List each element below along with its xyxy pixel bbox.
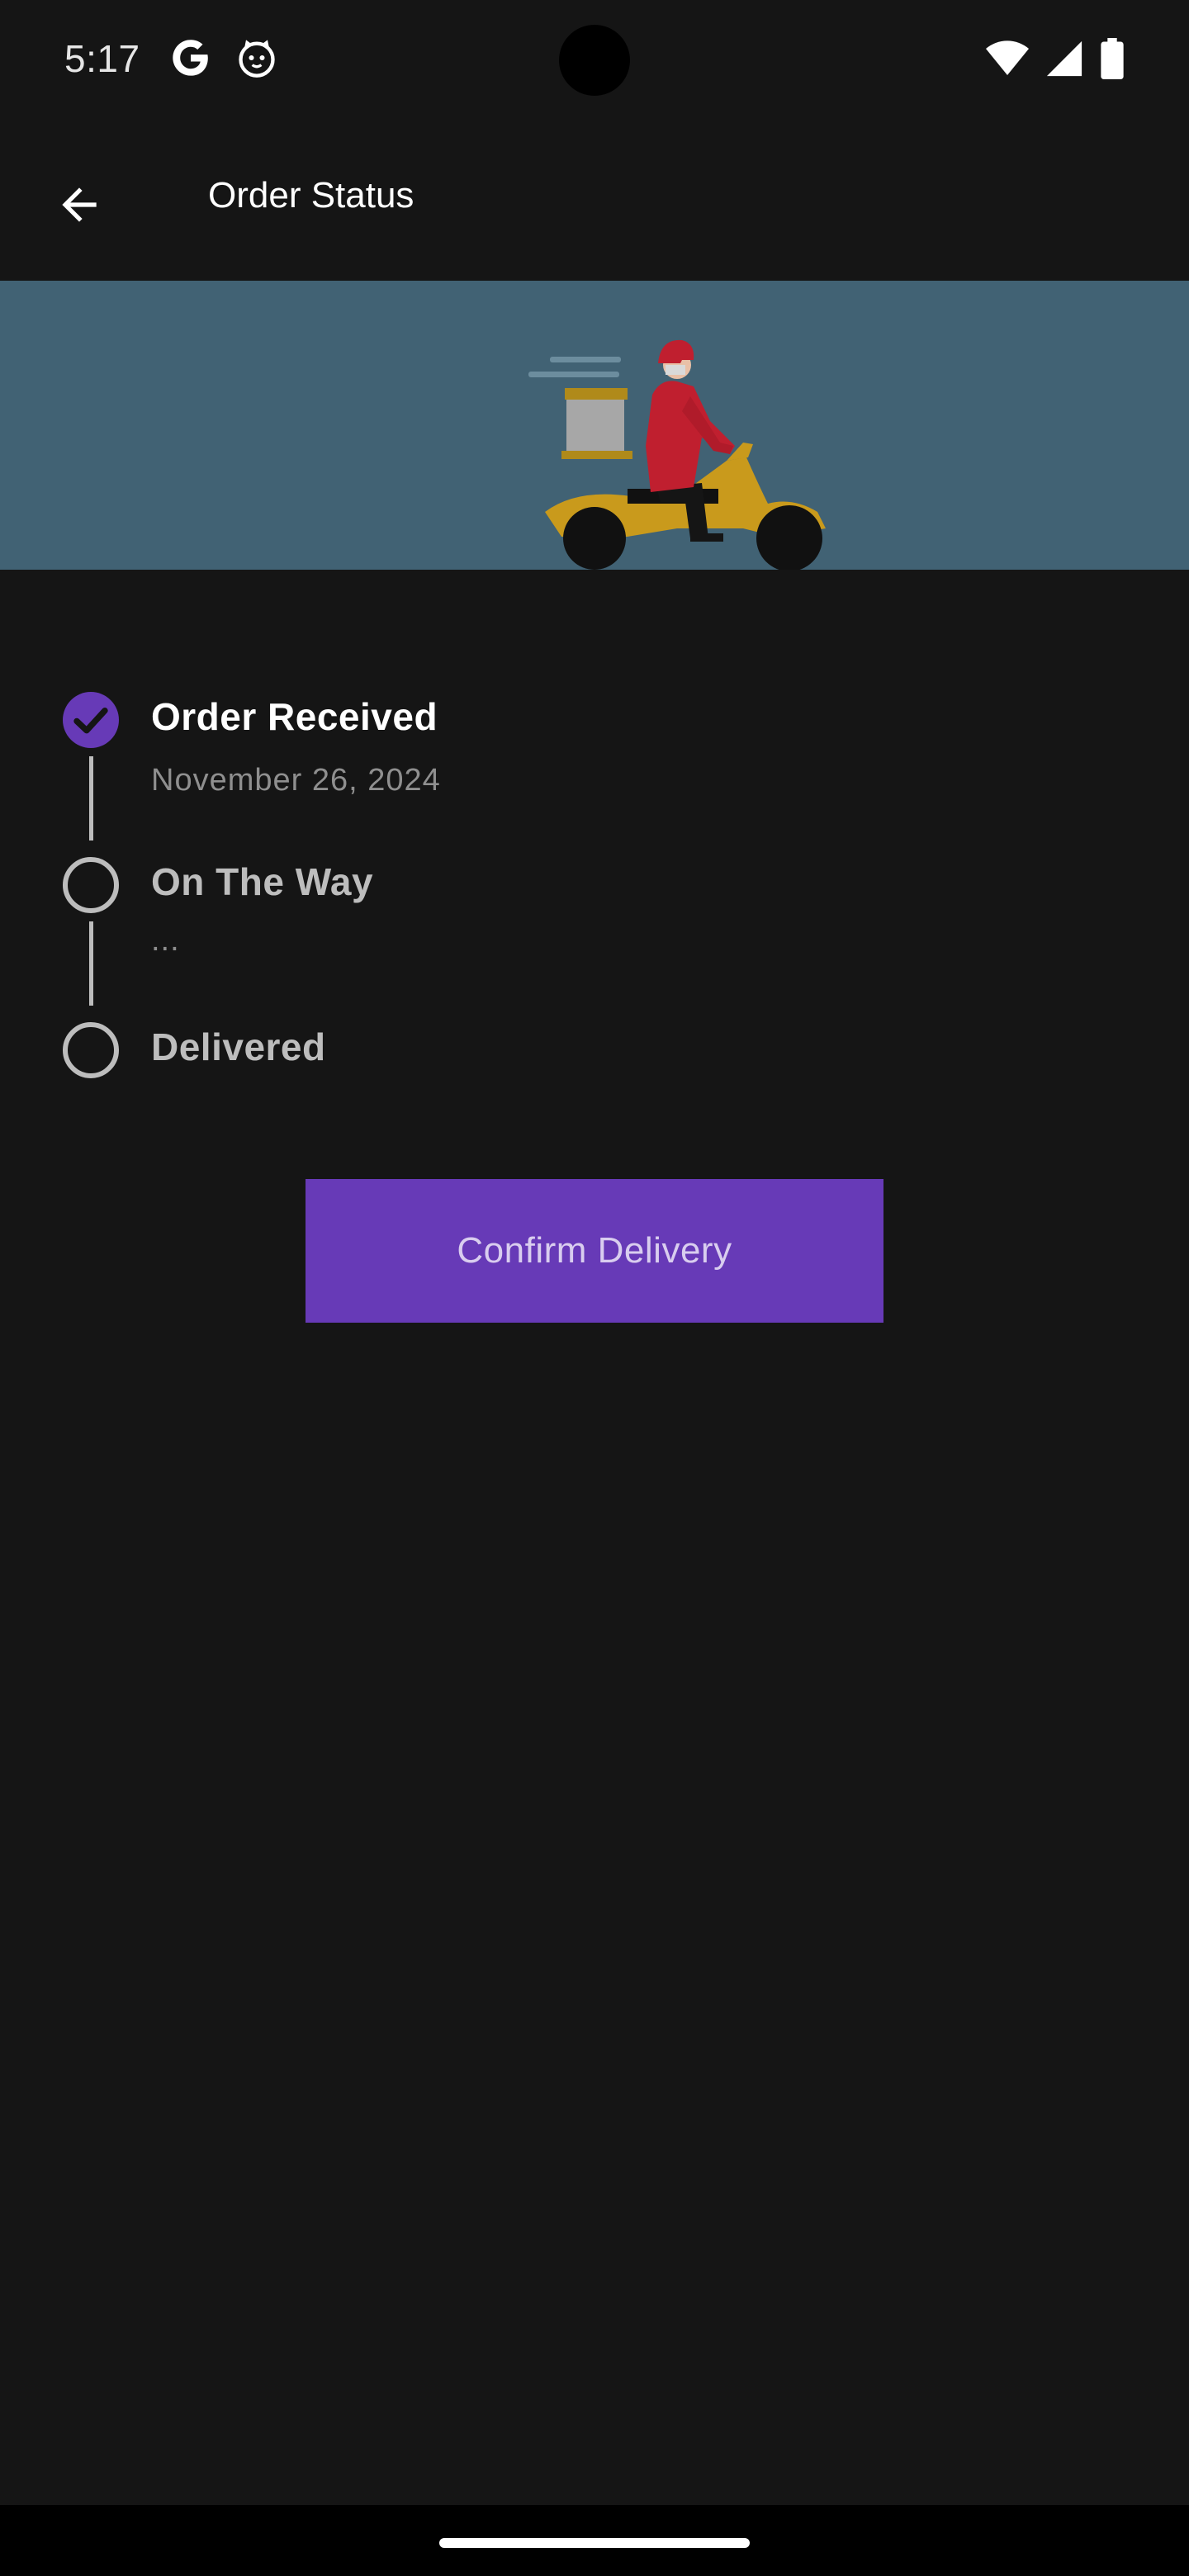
status-time: 5:17 <box>64 37 140 80</box>
step-date: November 26, 2024 <box>151 763 441 798</box>
cellular-signal-icon <box>1046 40 1082 77</box>
home-gesture-handle[interactable] <box>439 2538 750 2548</box>
page-title: Order Status <box>208 175 414 215</box>
cat-face-icon <box>239 40 275 78</box>
battery-icon <box>1101 38 1124 79</box>
arrow-back-icon <box>62 187 97 222</box>
step-title: Delivered <box>151 1025 326 1068</box>
check-icon <box>73 707 108 734</box>
wifi-icon <box>986 40 1029 75</box>
timeline-connector <box>89 921 93 1006</box>
confirm-delivery-button[interactable]: Confirm Delivery <box>306 1179 883 1323</box>
app-bar: Order Status <box>0 116 1189 281</box>
step-pending-marker <box>63 1022 119 1078</box>
status-system-icons <box>986 38 1125 79</box>
status-bar: 5:17 <box>0 0 1189 116</box>
system-navigation-bar <box>0 2505 1189 2576</box>
camera-cutout <box>559 25 630 96</box>
step-pending-marker <box>63 857 119 913</box>
delivery-banner <box>0 281 1189 570</box>
step-title: On The Way <box>151 860 374 903</box>
status-notification-icons <box>169 36 278 79</box>
step-done-marker <box>63 692 119 748</box>
google-icon <box>173 40 208 76</box>
back-button[interactable] <box>40 165 119 244</box>
timeline-connector <box>89 756 93 841</box>
step-title: Order Received <box>151 695 438 738</box>
delivery-rider-illustration <box>528 339 826 570</box>
step-status-placeholder: ... <box>151 923 180 958</box>
